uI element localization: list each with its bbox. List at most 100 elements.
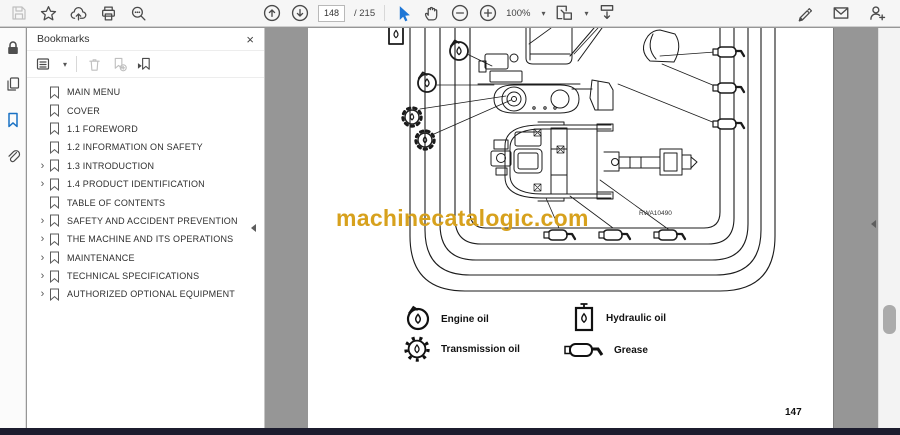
figure-code: RWA10490 [639, 210, 672, 217]
engine-oil-icon [406, 305, 430, 331]
page-fit-caret-icon[interactable]: ▾ [584, 9, 588, 18]
fill-sign-icon[interactable] [795, 4, 814, 23]
zoom-in-icon[interactable] [478, 4, 497, 23]
bookmark-label: SAFETY AND ACCIDENT PREVENTION [67, 215, 238, 226]
bookmark-item-safety-prevention[interactable]: › SAFETY AND ACCIDENT PREVENTION [27, 212, 264, 230]
bookmark-item-cover[interactable]: › COVER [27, 101, 264, 119]
legend-grease: Grease [563, 339, 648, 361]
page-number: 147 [785, 407, 802, 418]
transmission-oil-icon [404, 336, 430, 362]
save-icon[interactable] [9, 4, 28, 23]
bookmark-item-table-of-contents[interactable]: › TABLE OF CONTENTS [27, 193, 264, 211]
bookmark-item-machine-operations[interactable]: › THE MACHINE AND ITS OPERATIONS [27, 230, 264, 248]
previous-page-button[interactable] [262, 4, 281, 23]
bookmark-label: THE MACHINE AND ITS OPERATIONS [67, 234, 234, 245]
legend-label: Transmission oil [441, 343, 520, 355]
grease-symbol [597, 228, 632, 242]
bookmark-label: COVER [67, 105, 101, 116]
bookmark-item-main-menu[interactable]: › MAIN MENU [27, 83, 264, 101]
panel-title: Bookmarks [37, 33, 90, 45]
collapse-tools-arrow-icon[interactable] [871, 220, 876, 228]
excavator-top-view [490, 121, 698, 202]
bookmark-icon [50, 251, 59, 265]
legend-label: Hydraulic oil [606, 312, 667, 324]
hand-tool-icon[interactable] [422, 4, 441, 23]
grease-symbol [652, 228, 687, 242]
grease-symbol [711, 81, 746, 95]
page-fit-icon[interactable] [554, 4, 573, 23]
bookmark-label: MAINTENANCE [67, 252, 135, 263]
expand-chevron-icon[interactable]: › [36, 271, 49, 282]
legend-hydraulic-oil: Hydraulic oil [571, 301, 666, 335]
bookmark-item-foreword[interactable]: › 1.1 FOREWORD [27, 120, 264, 138]
watermark-text: machinecatalogic.com [336, 205, 589, 231]
bookmark-options-caret-icon[interactable]: ▾ [63, 60, 67, 69]
bookmark-item-introduction[interactable]: › 1.3 INTRODUCTION [27, 157, 264, 175]
page-thumbnails-icon[interactable] [4, 75, 21, 92]
bookmark-icon [50, 86, 59, 99]
bookmark-icon [50, 214, 59, 228]
page-number-input[interactable] [318, 4, 345, 22]
zoom-level-label[interactable]: 100% [506, 8, 530, 19]
bookmark-item-optional-equipment[interactable]: › AUTHORIZED OPTIONAL EQUIPMENT [27, 285, 264, 303]
expand-chevron-icon[interactable]: › [36, 179, 49, 190]
vertical-scrollbar[interactable] [878, 28, 900, 428]
email-icon[interactable] [831, 4, 850, 23]
bookmark-icon [50, 122, 59, 136]
main-toolbar: / 215 100% ▾ ▾ [0, 0, 900, 27]
bookmark-label: AUTHORIZED OPTIONAL EQUIPMENT [67, 289, 235, 300]
excavator-side-view [477, 28, 680, 114]
print-icon[interactable] [99, 4, 118, 23]
expand-chevron-icon[interactable]: › [36, 215, 49, 226]
bookmarks-panel-icon[interactable] [4, 111, 21, 128]
bookmark-options-icon[interactable] [36, 56, 52, 72]
bookmark-icon [50, 104, 59, 118]
close-panel-icon[interactable]: × [246, 33, 254, 46]
grease-symbol [711, 45, 746, 59]
expand-current-bookmark-icon[interactable] [136, 56, 152, 72]
legend-label: Engine oil [441, 313, 489, 325]
expand-chevron-icon[interactable]: › [36, 234, 49, 245]
scrollbar-thumb[interactable] [883, 305, 896, 334]
grease-icon [564, 343, 604, 357]
pdf-page: machinecatalogic.com RWA10490 Engine oil… [308, 28, 833, 428]
bookmark-icon [50, 141, 59, 154]
bookmark-label: 1.1 FOREWORD [67, 123, 138, 134]
hydraulic-oil-icon [574, 303, 594, 332]
delete-bookmark-icon[interactable] [86, 56, 102, 72]
share-person-icon[interactable] [867, 4, 886, 23]
left-nav-strip [0, 28, 26, 428]
transmission-oil-symbol [401, 106, 423, 128]
new-bookmark-icon[interactable] [111, 56, 127, 72]
hydraulic-oil-symbol [388, 28, 404, 45]
share-cloud-icon[interactable] [69, 4, 88, 23]
zoom-out-icon[interactable] [450, 4, 469, 23]
bookmarks-panel-header: Bookmarks × [27, 28, 264, 51]
expand-chevron-icon[interactable]: › [36, 160, 49, 171]
bookmark-item-technical-specifications[interactable]: › TECHNICAL SPECIFICATIONS [27, 267, 264, 285]
bookmark-icon [50, 270, 59, 283]
attachments-icon[interactable] [4, 147, 21, 164]
protection-lock-icon[interactable] [4, 39, 21, 56]
bookmark-item-information-on-safety[interactable]: › 1.2 INFORMATION ON SAFETY [27, 138, 264, 156]
zoom-dropdown-caret-icon[interactable]: ▾ [541, 9, 545, 18]
circuit-loop-lines [409, 28, 776, 292]
engine-oil-symbol [449, 39, 469, 61]
bookmark-label: 1.2 INFORMATION ON SAFETY [67, 142, 203, 153]
bookmark-icon [50, 196, 59, 210]
bookmark-icon [50, 288, 59, 301]
bookmark-label: TECHNICAL SPECIFICATIONS [67, 271, 200, 282]
collapse-panel-arrow-icon[interactable] [251, 224, 256, 232]
grease-symbol [711, 117, 746, 131]
select-tool-icon[interactable] [394, 4, 413, 23]
bookmark-icon [50, 159, 59, 173]
expand-chevron-icon[interactable]: › [36, 289, 49, 300]
expand-chevron-icon[interactable]: › [36, 252, 49, 263]
search-icon[interactable] [129, 4, 148, 23]
legend-transmission-oil: Transmission oil [402, 334, 520, 364]
next-page-button[interactable] [290, 4, 309, 23]
bookmark-item-product-identification[interactable]: › 1.4 PRODUCT IDENTIFICATION [27, 175, 264, 193]
star-favorite-icon[interactable] [39, 4, 58, 23]
bookmark-item-maintenance[interactable]: › MAINTENANCE [27, 249, 264, 267]
scroll-mode-icon[interactable] [597, 4, 616, 23]
